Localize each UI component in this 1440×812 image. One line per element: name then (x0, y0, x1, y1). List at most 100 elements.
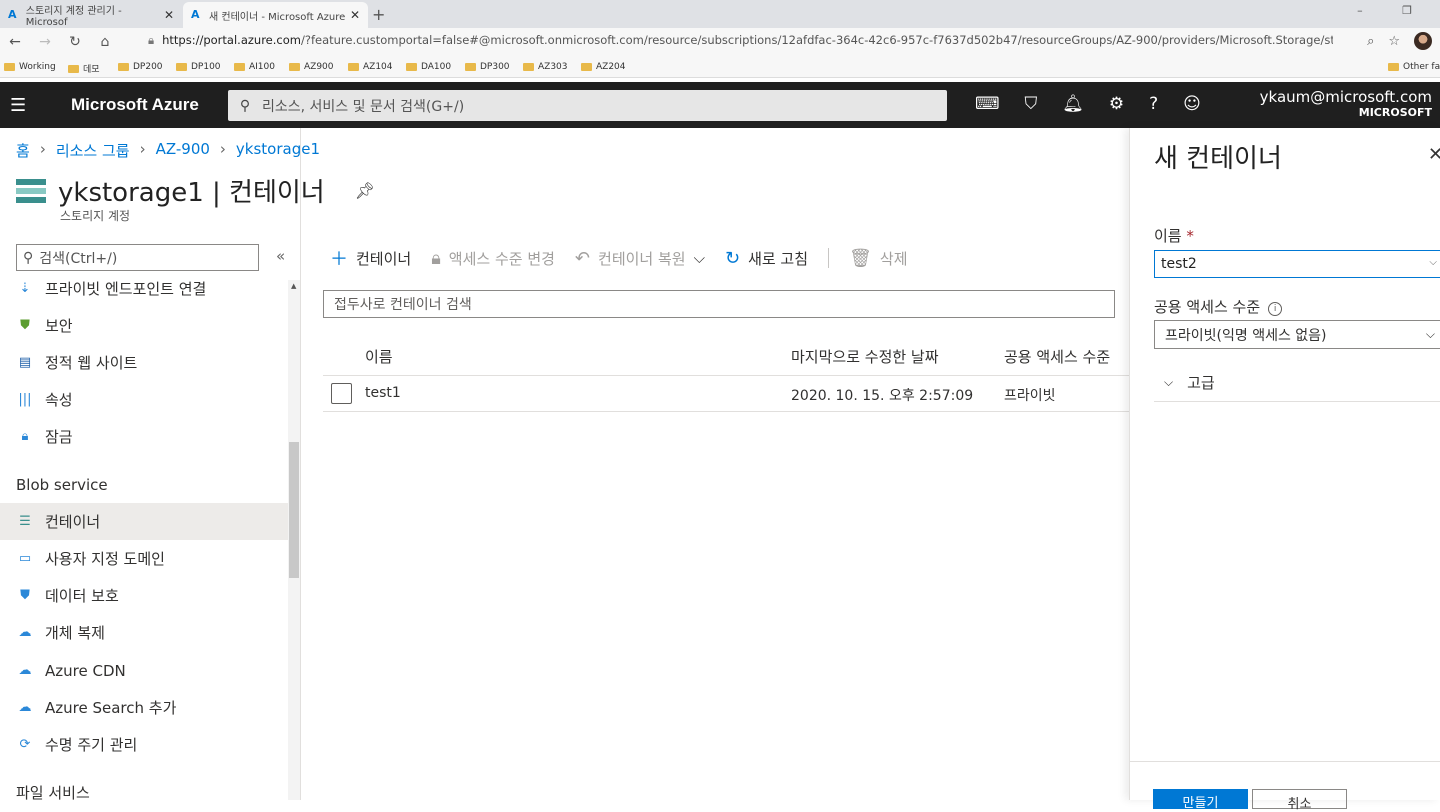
sidebar-item-azure-search[interactable]: ☁ Azure Search 추가 (0, 689, 288, 726)
bookmark-other-favorites[interactable]: Other fa (1388, 62, 1440, 72)
sidebar-item-security[interactable]: ⛊ 보안 (0, 307, 288, 344)
url-field[interactable]: 🔒︎ https://portal.azure.com/?feature.cust… (148, 33, 1333, 48)
browser-tab-new-container[interactable]: A 새 컨테이너 - Microsoft Azure ✕ (183, 2, 368, 28)
menu-hamburger-icon[interactable]: ☰ (10, 95, 26, 116)
sidebar-item-containers[interactable]: ☰ 컨테이너 (0, 503, 288, 540)
breadcrumb-storage[interactable]: ykstorage1 (236, 140, 320, 161)
info-icon[interactable]: i (1268, 302, 1283, 316)
bookmark-folder[interactable]: DP300 (465, 62, 510, 72)
create-button[interactable]: 만들기 (1153, 789, 1248, 811)
bookmark-folder[interactable]: AZ900 (289, 62, 334, 72)
sidebar-item-custom-domain[interactable]: ▭ 사용자 지정 도메인 (0, 540, 288, 577)
container-name-link[interactable]: test1 (365, 385, 401, 401)
close-tab-icon[interactable]: ✕ (350, 8, 360, 22)
lifecycle-icon: ⟳ (19, 737, 31, 752)
sidebar-item-lock[interactable]: 🔒︎ 잠금 (0, 418, 288, 455)
help-icon[interactable]: ? (1149, 94, 1158, 114)
table-row[interactable]: test1 2020. 10. 15. 오후 2:57:09 프라이빗 (323, 376, 1129, 412)
global-search-input[interactable]: ⚲ 리소스, 서비스 및 문서 검색(G+/) (228, 90, 947, 121)
page-subtitle: 스토리지 계정 (60, 209, 131, 223)
feedback-smiley-icon[interactable]: ☺ (1183, 94, 1201, 114)
advanced-section-toggle[interactable]: ⌵ 고급 (1154, 364, 1440, 402)
url-host: https://portal.azure.com (162, 33, 301, 47)
close-tab-icon[interactable]: ✕ (164, 8, 174, 22)
delete-button[interactable]: 🗑︎ 삭제 (849, 248, 907, 269)
properties-icon: ||| (18, 392, 32, 407)
bookmark-folder[interactable]: AZ104 (348, 62, 393, 72)
column-header-access[interactable]: 공용 액세스 수준 (1004, 346, 1110, 367)
folder-icon (581, 63, 592, 71)
add-container-button[interactable]: ＋ 컨테이너 (330, 245, 411, 271)
change-access-level-button[interactable]: 🔒︎ 액세스 수준 변경 (431, 248, 555, 269)
scrollbar-thumb[interactable] (289, 442, 299, 578)
scroll-up-icon[interactable]: ▲ (291, 282, 296, 290)
sidebar-item-object-replication[interactable]: ☁ 개체 복제 (0, 614, 288, 651)
lock-icon: 🔒︎ (148, 33, 155, 47)
bookmark-label: DA100 (421, 62, 452, 72)
button-label: 액세스 수준 변경 (448, 249, 555, 268)
bookmark-folder[interactable]: AZ204 (581, 62, 626, 72)
bookmark-folder[interactable]: AI100 (234, 62, 275, 72)
browser-tabbar: A 스토리지 계정 관리기 - Microsof ✕ A 새 컨테이너 - Mi… (0, 0, 1440, 28)
bookmark-label: Other fa (1403, 62, 1440, 72)
folder-icon (118, 63, 129, 71)
url-path: /?feature.customportal=false#@microsoft.… (300, 33, 1333, 47)
bookmark-folder[interactable]: Working (4, 62, 56, 72)
sidebar-item-azure-cdn[interactable]: ☁ Azure CDN (0, 652, 288, 689)
sidebar-item-lifecycle[interactable]: ⟳ 수명 주기 관리 (0, 726, 288, 763)
account-menu[interactable]: ykaum@microsoft.com MICROSOFT (1260, 88, 1432, 119)
bookmark-folder[interactable]: DP200 (118, 62, 163, 72)
lock-icon: 🔒︎ (431, 247, 441, 269)
bookmark-folder[interactable]: 데모 (68, 62, 100, 75)
sidebar-item-private-endpoint[interactable]: ⇣ 프라이빗 엔드포인트 연결 (0, 274, 288, 307)
sidebar-item-properties[interactable]: ||| 속성 (0, 381, 288, 418)
window-controls[interactable]: – ❐ (1357, 4, 1430, 17)
sidebar-item-label: 수명 주기 관리 (45, 736, 138, 754)
name-field-label: 이름 * (1154, 227, 1194, 245)
column-header-name[interactable]: 이름 (365, 346, 393, 367)
sidebar-search-input[interactable]: ⚲ 검색(Ctrl+/) (16, 244, 259, 271)
folder-icon (68, 64, 79, 73)
trash-icon: 🗑︎ (849, 247, 872, 269)
reload-icon[interactable]: ↻ (60, 34, 90, 50)
breadcrumb-az900[interactable]: AZ-900 (156, 140, 210, 161)
profile-avatar[interactable] (1414, 32, 1432, 50)
advanced-label: 고급 (1187, 374, 1215, 392)
panel-footer: 만들기 취소 (1130, 761, 1440, 812)
favorite-star-icon[interactable]: ☆ (1388, 34, 1400, 49)
sidebar-scrollbar[interactable]: ▲ (288, 280, 300, 800)
bookmark-label: AI100 (249, 62, 275, 72)
bookmark-folder[interactable]: DA100 (406, 62, 451, 72)
browser-tab-storage[interactable]: A 스토리지 계정 관리기 - Microsof ✕ (0, 2, 182, 28)
sidebar-item-data-protection[interactable]: ⛊ 데이터 보호 (0, 577, 288, 614)
collapse-sidebar-icon[interactable]: « (276, 247, 285, 265)
settings-gear-icon[interactable]: ⚙ (1109, 94, 1124, 114)
sidebar-item-static-website[interactable]: ▤ 정적 웹 사이트 (0, 344, 288, 381)
bookmark-folder[interactable]: AZ303 (523, 62, 568, 72)
container-prefix-search-input[interactable]: 접두사로 컨테이너 검색 (323, 290, 1115, 318)
notifications-bell-icon[interactable]: 🔔︎ (1062, 94, 1084, 114)
row-checkbox[interactable] (331, 383, 352, 404)
home-icon[interactable]: ⌂ (90, 34, 120, 50)
search-add-icon: ☁ (18, 700, 32, 715)
close-icon[interactable]: ✕ (1428, 144, 1440, 165)
breadcrumb-home[interactable]: 홈 (16, 140, 30, 161)
filter-placeholder: 접두사로 컨테이너 검색 (334, 297, 472, 313)
zoom-icon[interactable]: ⌕ (1367, 34, 1374, 49)
column-header-modified[interactable]: 마지막으로 수정한 날짜 (791, 346, 939, 367)
breadcrumb-resource-groups[interactable]: 리소스 그룹 (56, 140, 130, 161)
bookmark-folder[interactable]: DP100 (176, 62, 221, 72)
cloud-shell-icon[interactable]: ⌨︎ (975, 94, 1000, 114)
directory-filter-icon[interactable]: ⛉ (1025, 94, 1038, 114)
refresh-button[interactable]: ↻ 새로 고침 (725, 248, 808, 269)
container-name-input[interactable]: test2 ⌵ (1154, 250, 1440, 278)
forward-icon[interactable]: → (30, 34, 60, 50)
pin-icon[interactable]: 📌︎ (355, 181, 375, 200)
access-level-dropdown[interactable]: 프라이빗(익명 액세스 없음) ⌵ (1154, 320, 1440, 349)
restore-container-button[interactable]: ↶ 컨테이너 복원 ⌵ (575, 248, 705, 269)
bookmark-label: AZ104 (363, 62, 393, 72)
brand-title[interactable]: Microsoft Azure (71, 95, 199, 115)
back-icon[interactable]: ← (0, 34, 30, 50)
new-tab-button[interactable]: + (372, 5, 385, 24)
cancel-button[interactable]: 취소 (1252, 789, 1347, 812)
